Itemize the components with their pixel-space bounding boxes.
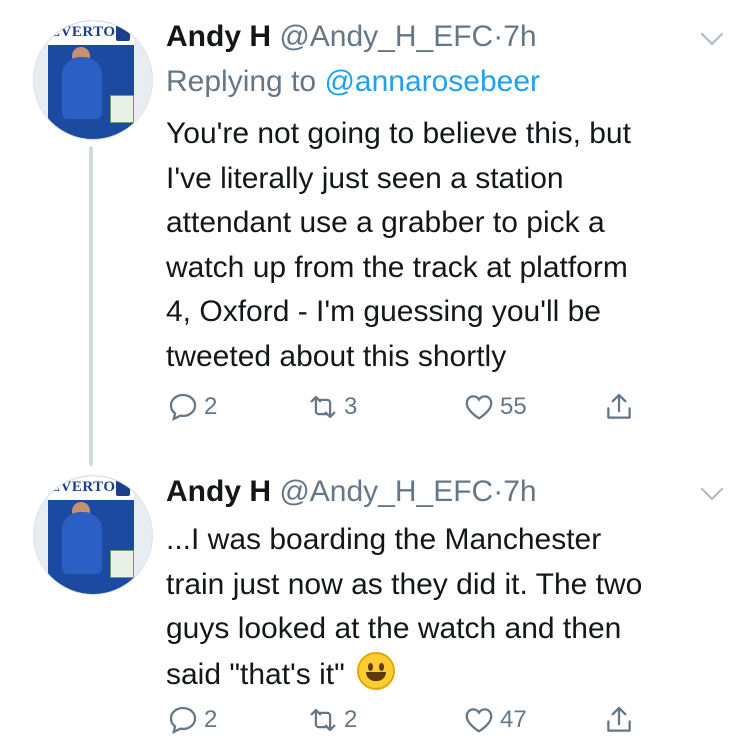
display-name[interactable]: Andy H — [166, 475, 271, 508]
retweet-icon — [310, 395, 336, 419]
like-button[interactable]: 55 — [462, 390, 527, 424]
share-button[interactable] — [602, 703, 636, 737]
like-count: 55 — [500, 393, 527, 420]
reply-icon — [169, 706, 197, 735]
replying-prefix: Replying to — [166, 65, 325, 98]
player-image — [62, 57, 102, 119]
chevron-down-icon[interactable] — [700, 477, 724, 501]
replying-handle-link[interactable]: @annarosebeer — [324, 65, 540, 98]
replying-to: Replying to @annarosebeer — [166, 64, 540, 100]
share-icon — [607, 706, 631, 732]
retweet-icon — [310, 708, 336, 732]
display-name[interactable]: Andy H — [166, 20, 271, 53]
reply-count: 2 — [204, 706, 218, 733]
separator: · — [493, 20, 504, 53]
tweet-actions: 2 2 47 — [166, 703, 646, 743]
user-handle[interactable]: @Andy_H_EFC — [279, 20, 493, 53]
timestamp[interactable]: 7h — [503, 20, 536, 53]
retweet-count: 3 — [344, 393, 358, 420]
tweet[interactable]: EVERTON Andy H @Andy_H_EFC·7h ...I was b… — [0, 455, 750, 751]
tweet-text: ...I was boarding the Manchester train j… — [166, 518, 726, 697]
reply-count: 2 — [204, 393, 218, 420]
tweet-text: You're not going to believe this, but I'… — [166, 117, 631, 373]
user-handle[interactable]: @Andy_H_EFC — [279, 475, 493, 508]
avatar[interactable]: EVERTON — [33, 475, 153, 595]
avatar[interactable]: EVERTON — [33, 20, 153, 140]
crest-icon — [116, 478, 130, 496]
reply-button[interactable]: 2 — [166, 703, 217, 737]
separator: · — [493, 475, 504, 508]
player-image — [62, 512, 102, 574]
tweet[interactable]: EVERTON Andy H @Andy_H_EFC·7h Replying t… — [0, 0, 750, 466]
tweet-header: Andy H @Andy_H_EFC·7h — [166, 474, 537, 510]
retweet-count: 2 — [344, 706, 358, 733]
grinning-face-icon — [357, 651, 396, 690]
share-button[interactable] — [602, 390, 636, 424]
timestamp[interactable]: 7h — [503, 475, 536, 508]
like-button[interactable]: 47 — [462, 703, 527, 737]
thread-line — [89, 146, 93, 466]
chevron-down-icon[interactable] — [700, 22, 724, 46]
tweet-header: Andy H @Andy_H_EFC·7h — [166, 19, 537, 55]
reply-icon — [169, 393, 197, 422]
retweet-button[interactable]: 2 — [306, 703, 357, 737]
tweet-actions: 2 3 55 — [166, 390, 646, 430]
share-icon — [607, 393, 631, 419]
reply-button[interactable]: 2 — [166, 390, 217, 424]
like-count: 47 — [500, 706, 527, 733]
tweet-text-content: ...I was boarding the Manchester train j… — [166, 523, 643, 691]
heart-icon — [465, 395, 493, 420]
retweet-button[interactable]: 3 — [306, 390, 357, 424]
heart-icon — [465, 708, 493, 733]
crest-icon — [116, 23, 130, 41]
